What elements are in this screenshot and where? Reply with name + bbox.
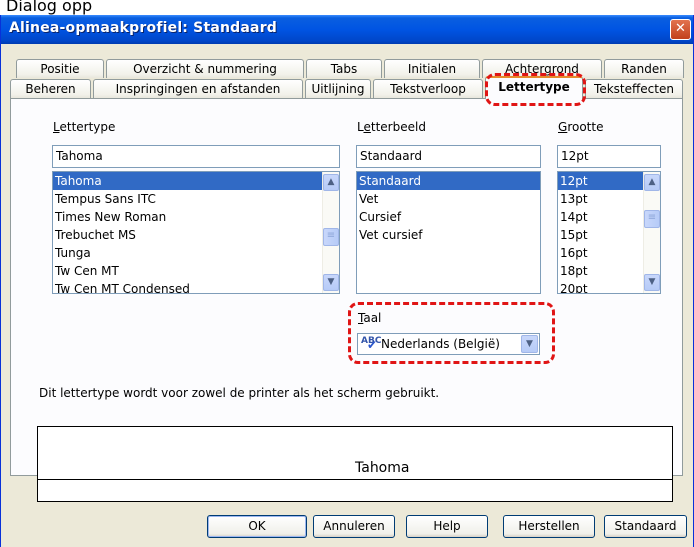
scroll-up-icon[interactable]: ▲ xyxy=(644,174,660,191)
style-label: Letterbeeld xyxy=(357,120,426,134)
font-label: Lettertype xyxy=(53,120,116,134)
style-option[interactable]: Standaard xyxy=(357,172,540,190)
font-info-text: Dit lettertype wordt voor zowel de print… xyxy=(39,386,440,400)
language-value: Nederlands (België) xyxy=(381,337,500,351)
font-option[interactable]: Trebuchet MS xyxy=(53,226,339,244)
tab-initialen[interactable]: Initialen xyxy=(384,59,480,78)
font-size-input[interactable]: 12pt xyxy=(557,145,661,168)
scroll-thumb[interactable]: ≡ xyxy=(644,210,660,228)
standard-button[interactable]: Standaard xyxy=(604,515,687,538)
size-list-scrollbar[interactable]: ▲ ≡ ▼ xyxy=(643,172,660,293)
scroll-down-icon[interactable]: ▼ xyxy=(323,274,339,291)
tab-randen[interactable]: Randen xyxy=(604,59,684,78)
close-button[interactable]: ✕ xyxy=(670,19,691,40)
style-option[interactable]: Cursief xyxy=(357,208,540,226)
tab-uitlijning[interactable]: Uitlijning xyxy=(305,79,371,98)
font-name-input[interactable]: Tahoma xyxy=(52,145,340,168)
scroll-up-icon[interactable]: ▲ xyxy=(323,174,339,191)
language-label: Taal xyxy=(358,311,382,325)
tab-tekstverloop[interactable]: Tekstverloop xyxy=(373,79,483,98)
cancel-button[interactable]: Annuleren xyxy=(313,515,395,538)
font-option[interactable]: Times New Roman xyxy=(53,208,339,226)
font-style-input[interactable]: Standaard xyxy=(356,145,541,168)
chevron-down-icon[interactable]: ▼ xyxy=(521,335,538,353)
style-option[interactable]: Vet xyxy=(357,190,540,208)
font-option[interactable]: Tw Cen MT Condensed xyxy=(53,280,339,293)
page-heading-text: Dialog opp xyxy=(6,0,93,15)
size-label: Grootte xyxy=(558,120,604,134)
font-preview: Tahoma xyxy=(37,426,673,502)
window-title: Alinea-opmaakprofiel: Standaard xyxy=(9,20,278,36)
ok-button[interactable]: OK xyxy=(207,515,307,538)
tab-teksteffecten[interactable]: Teksteffecten xyxy=(585,79,683,98)
font-size-list[interactable]: 12pt 13pt 14pt 15pt 16pt 18pt 20pt ▲ ≡ ▼ xyxy=(557,171,661,294)
tab-overzicht-nummering[interactable]: Overzicht & nummering xyxy=(106,59,304,78)
close-icon: ✕ xyxy=(675,21,686,36)
scroll-thumb[interactable]: ≡ xyxy=(323,228,339,246)
font-list[interactable]: Tahoma Tempus Sans ITC Times New Roman T… xyxy=(52,171,340,294)
font-option[interactable]: Tunga xyxy=(53,244,339,262)
tab-tabs[interactable]: Tabs xyxy=(306,59,382,78)
font-list-scrollbar[interactable]: ▲ ≡ ▼ xyxy=(322,172,339,293)
tab-lettertype[interactable]: Lettertype xyxy=(485,76,583,99)
tab-inspringingen-afstanden[interactable]: Inspringingen en afstanden xyxy=(93,79,303,98)
preview-baseline xyxy=(38,479,672,480)
spellcheck-icon: ABC ✔ xyxy=(361,336,382,352)
help-button[interactable]: Help xyxy=(406,515,488,538)
title-bar[interactable]: Alinea-opmaakprofiel: Standaard ✕ xyxy=(1,15,693,44)
tab-positie[interactable]: Positie xyxy=(16,59,104,78)
font-option[interactable]: Tahoma xyxy=(53,172,339,190)
font-style-list[interactable]: Standaard Vet Cursief Vet cursief xyxy=(356,171,541,294)
tab-beheren[interactable]: Beheren xyxy=(10,79,91,98)
language-select[interactable]: ABC ✔ Nederlands (België) ▼ xyxy=(357,333,540,355)
scroll-down-icon[interactable]: ▼ xyxy=(644,274,660,291)
font-option[interactable]: Tw Cen MT xyxy=(53,262,339,280)
style-option[interactable]: Vet cursief xyxy=(357,226,540,244)
preview-text: Tahoma xyxy=(354,460,411,476)
font-option[interactable]: Tempus Sans ITC xyxy=(53,190,339,208)
reset-button[interactable]: Herstellen xyxy=(503,515,595,538)
